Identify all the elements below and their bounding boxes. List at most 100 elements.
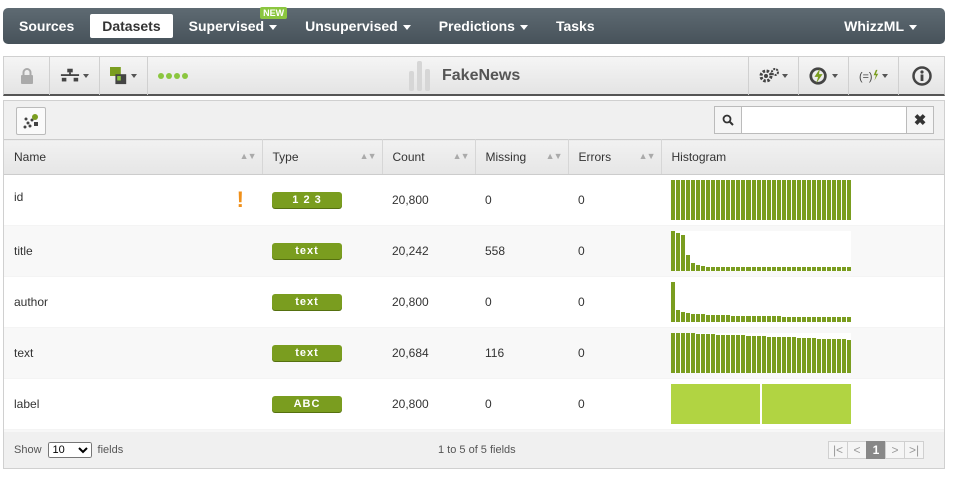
nav-tasks[interactable]: Tasks bbox=[544, 14, 607, 38]
histogram-bar bbox=[756, 336, 761, 373]
current-page[interactable]: 1 bbox=[866, 441, 886, 459]
histogram-bar bbox=[686, 255, 691, 271]
histogram-bar bbox=[671, 231, 676, 271]
histogram[interactable] bbox=[671, 282, 852, 322]
table-row[interactable]: id! 1 2 3 20,800 0 0 bbox=[4, 174, 944, 226]
nav-unsupervised[interactable]: Unsupervised bbox=[293, 14, 423, 38]
histogram-bar bbox=[786, 180, 791, 220]
histogram-bar bbox=[726, 315, 731, 322]
histogram-bar bbox=[706, 315, 711, 322]
app-window: Sources Datasets Supervised NEW Unsupervi… bbox=[0, 0, 968, 482]
nav-whizzml[interactable]: WhizzML bbox=[832, 14, 929, 38]
histogram-bar bbox=[761, 316, 766, 322]
nav-sources[interactable]: Sources bbox=[7, 14, 86, 38]
formula-button[interactable]: (=) bbox=[848, 57, 898, 95]
table-row[interactable]: label ABC 20,800 0 0 bbox=[4, 378, 944, 430]
histogram-bar bbox=[832, 267, 837, 271]
prev-page-button[interactable]: < bbox=[847, 441, 867, 459]
histogram-bar bbox=[776, 337, 781, 373]
histogram-bar bbox=[821, 267, 826, 271]
lock-icon bbox=[20, 67, 33, 84]
histogram-bar bbox=[796, 180, 801, 220]
histogram-bar bbox=[746, 336, 751, 373]
histogram-bar bbox=[776, 267, 781, 271]
nav-supervised[interactable]: Supervised NEW bbox=[177, 7, 289, 38]
filter-fields-button[interactable] bbox=[16, 107, 46, 135]
table-row[interactable]: author text 20,800 0 0 bbox=[4, 276, 944, 328]
histogram-bar bbox=[801, 338, 806, 373]
field-errors: 0 bbox=[568, 174, 661, 226]
field-histogram-cell bbox=[661, 378, 944, 430]
lock-button[interactable] bbox=[4, 56, 50, 95]
histogram-bar bbox=[832, 339, 837, 373]
field-type: text bbox=[262, 276, 382, 328]
histogram-bar bbox=[826, 317, 831, 322]
last-page-button[interactable]: >| bbox=[904, 441, 924, 459]
histogram-bar bbox=[676, 333, 681, 373]
page-size-select[interactable]: 10 bbox=[47, 442, 92, 458]
histogram-bar bbox=[791, 267, 796, 271]
info-button[interactable] bbox=[898, 57, 944, 95]
type-badge: text bbox=[272, 243, 342, 259]
histogram-bar bbox=[696, 265, 701, 271]
search-input[interactable] bbox=[742, 106, 906, 134]
histogram[interactable] bbox=[671, 180, 852, 220]
histogram-bar bbox=[826, 267, 831, 271]
table-row[interactable]: text text 20,684 116 0 bbox=[4, 327, 944, 379]
one-click-button[interactable] bbox=[798, 57, 848, 95]
warning-icon[interactable]: ! bbox=[237, 189, 244, 211]
nav-predictions[interactable]: Predictions bbox=[427, 14, 540, 38]
col-missing-header[interactable]: Missing ▲▼ bbox=[475, 139, 569, 175]
field-histogram-cell bbox=[661, 174, 944, 226]
histogram-bar bbox=[847, 317, 852, 322]
nav-datasets[interactable]: Datasets bbox=[90, 14, 173, 38]
field-histogram-cell bbox=[661, 276, 944, 328]
histogram-bar bbox=[816, 339, 821, 373]
histogram-bar bbox=[832, 317, 837, 322]
sort-icon: ▲▼ bbox=[452, 151, 470, 161]
histogram[interactable] bbox=[671, 384, 851, 424]
histogram-bar bbox=[716, 180, 721, 220]
histogram-bar bbox=[842, 267, 847, 271]
field-name: text bbox=[4, 327, 262, 379]
histogram-bar bbox=[786, 337, 791, 373]
histogram-bar bbox=[762, 384, 851, 424]
field-name: label bbox=[4, 378, 262, 430]
histogram-bar bbox=[676, 180, 681, 220]
histogram-bar bbox=[696, 314, 701, 322]
first-page-button[interactable]: |< bbox=[828, 441, 848, 459]
histogram-bar bbox=[711, 334, 716, 373]
histogram-bar bbox=[691, 333, 696, 373]
histogram-bar bbox=[816, 267, 821, 271]
configure-button[interactable] bbox=[748, 57, 798, 95]
field-count: 20,800 bbox=[382, 276, 475, 328]
histogram-bar bbox=[726, 267, 731, 271]
next-page-button[interactable]: > bbox=[885, 441, 905, 459]
histogram-bar bbox=[801, 267, 806, 271]
clear-search-button[interactable]: ✖ bbox=[906, 106, 934, 134]
col-count-header[interactable]: Count ▲▼ bbox=[382, 139, 476, 175]
field-name: title bbox=[4, 225, 262, 277]
col-name-header[interactable]: Name ▲▼ bbox=[4, 139, 263, 175]
histogram-bar bbox=[786, 267, 791, 271]
col-errors-header[interactable]: Errors ▲▼ bbox=[568, 139, 662, 175]
histogram[interactable] bbox=[671, 231, 852, 271]
table-row[interactable]: title text 20,242 558 0 bbox=[4, 225, 944, 277]
toolbar-actions: (=) bbox=[748, 57, 944, 95]
histogram[interactable] bbox=[671, 333, 852, 373]
field-errors: 0 bbox=[568, 225, 661, 277]
col-type-header[interactable]: Type ▲▼ bbox=[262, 139, 383, 175]
sample-button[interactable] bbox=[100, 56, 148, 95]
formula-icon: (=) bbox=[859, 69, 879, 83]
model-button[interactable] bbox=[50, 56, 100, 95]
histogram-bar bbox=[741, 180, 746, 220]
type-badge: ABC bbox=[272, 396, 342, 412]
histogram-bar bbox=[801, 180, 806, 220]
histogram-bar bbox=[771, 180, 776, 220]
histogram-bar bbox=[796, 317, 801, 322]
histogram-bar bbox=[847, 267, 852, 271]
histogram-bar bbox=[751, 180, 756, 220]
model-tree-icon bbox=[60, 68, 80, 81]
histogram-bar bbox=[796, 267, 801, 271]
histogram-bar bbox=[671, 282, 676, 322]
